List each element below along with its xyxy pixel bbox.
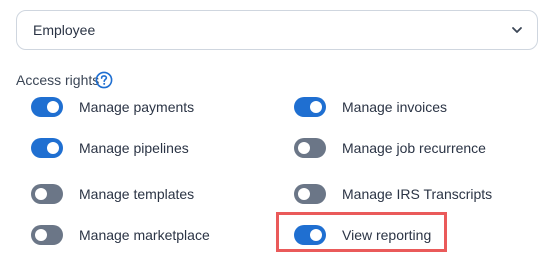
toggle-knob [47,142,59,154]
manage-invoices-toggle[interactable] [294,97,326,117]
toggle-knob [35,229,47,241]
toggle-knob [35,188,47,200]
access-settings-panel: Employee Access rights Manage payments M… [0,0,545,261]
question-circle-icon[interactable] [95,71,113,89]
manage-templates-toggle[interactable] [31,184,63,204]
permission-label: Manage invoices [342,99,448,115]
permission-label: Manage marketplace [79,227,210,243]
permission-label: Manage pipelines [79,140,189,156]
role-select-value: Employee [33,22,96,38]
toggle-knob [298,142,310,154]
toggle-knob [298,188,310,200]
toggle-knob [47,101,59,113]
permission-label: Manage IRS Transcripts [342,186,493,202]
manage-job-recurrence-toggle[interactable] [294,138,326,158]
view-reporting-highlight [276,212,447,252]
manage-irs-transcripts-toggle[interactable] [294,184,326,204]
role-select[interactable]: Employee [16,10,538,50]
permission-label: Manage job recurrence [342,140,486,156]
permission-label: Manage templates [79,186,195,202]
toggle-knob [310,101,322,113]
manage-marketplace-toggle[interactable] [31,225,63,245]
access-rights-label: Access rights [16,72,100,88]
permission-label: Manage payments [79,99,195,115]
manage-payments-toggle[interactable] [31,97,63,117]
manage-pipelines-toggle[interactable] [31,138,63,158]
chevron-down-icon [512,27,522,33]
